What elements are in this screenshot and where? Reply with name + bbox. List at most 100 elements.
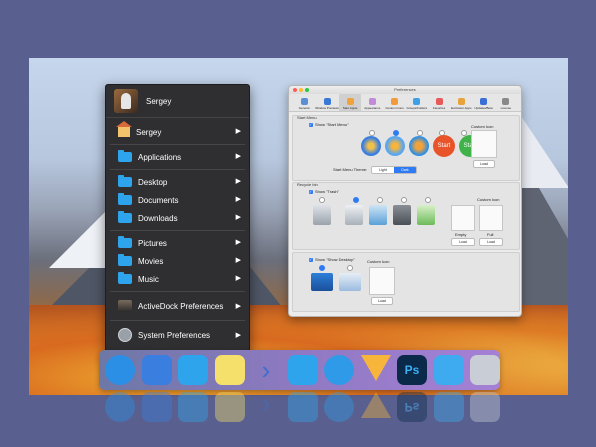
toolbar-label: Start Apple [342,106,358,110]
menu-item-movies[interactable]: Movies ▶ [106,252,249,270]
toolbar-button[interactable]: Custom Icons [383,94,405,111]
checkbox-label: Show "Trash" [315,189,340,194]
reflection-safari-icon [324,392,354,422]
group-label: Recycle bin [297,182,318,187]
safari-icon[interactable] [324,355,354,385]
menu-item-label: ActiveDock Preferences [138,301,224,311]
screen-icon[interactable] [141,355,172,385]
trash-radio-4[interactable] [401,197,407,203]
menu-item-documents[interactable]: Documents ▶ [106,191,249,209]
trash-option-icon[interactable] [313,205,331,225]
toolbar-label: General [298,106,310,110]
menu-item-activedock-preferences[interactable]: ActiveDock Preferences ▶ [106,295,249,317]
preferences-toolbar: General Window Previews Start Apple Appeara… [289,94,521,112]
finder-icon[interactable] [178,355,208,385]
toolbar-button[interactable]: Exclusion Apps [450,94,472,111]
trash-option-icon[interactable] [369,205,387,225]
show-trash-checkbox[interactable]: Show "Trash" [309,189,339,194]
custom-icon-well[interactable] [471,130,497,158]
chevron-right-icon: ▶ [235,239,241,246]
theme-segmented-control[interactable]: Light Dark [371,166,417,174]
trash-option-icon[interactable] [393,205,411,225]
stickies-icon[interactable] [214,355,245,385]
divider [110,230,245,231]
menu-item-home[interactable]: Sergey ▶ [106,121,249,141]
reflection-finder-icon [178,392,208,422]
custom-icon-well[interactable] [369,267,395,295]
trash-radio-5[interactable] [425,197,431,203]
trash-option-icon[interactable] [345,205,363,225]
photoshop-icon[interactable]: Ps [397,355,427,385]
toolbar-label: Appearance [364,106,381,110]
trash-radio-3[interactable] [377,197,383,203]
desktop-radio-2[interactable] [347,265,353,271]
folder-icon[interactable] [433,355,464,385]
trash-radio-1[interactable] [319,197,325,203]
chevron-right-icon: ▶ [235,303,241,310]
recycle-bin-group: Recycle bin Show "Trash" Custom Icon Emp… [292,182,520,250]
empty-icon-well[interactable] [451,205,475,231]
chevron-right-icon: ▶ [235,178,241,185]
rocket-option-icon[interactable] [385,136,405,156]
toolbar-button[interactable]: Groups/Folders [406,94,428,111]
toolbar-label: Exclusion Apps [451,106,472,110]
chevron-right-icon: ▶ [235,257,241,264]
toolbar-button[interactable]: Favorites [428,94,450,111]
trash-option-icon[interactable] [417,205,435,225]
trash-icon[interactable] [470,355,500,385]
sketch-icon[interactable] [360,355,391,381]
full-icon-well[interactable] [479,205,503,231]
checkbox-icon [309,189,313,194]
load-empty-button[interactable]: Load [451,238,475,246]
group-label: Start Menu [297,115,317,120]
desktop-option-icon[interactable] [311,273,333,291]
load-button[interactable]: Load [473,160,495,168]
custom-icon-label: Custom Icon [367,259,390,264]
toolbar-icon [502,98,510,105]
theme-light[interactable]: Light [372,167,394,173]
theme-label: Start Menu Theme: [333,167,368,172]
start-menu-user[interactable]: Sergey [106,85,249,118]
start-option-red[interactable]: Start [433,135,455,157]
folder-icon[interactable] [287,355,318,385]
load-full-button[interactable]: Load [479,238,503,246]
empty-label: Empty [455,232,467,237]
toolbar-button[interactable]: License [495,94,517,111]
load-button[interactable]: Load [371,297,393,305]
menu-item-system-preferences[interactable]: System Preferences ▶ [106,324,249,346]
rocket-option-icon[interactable] [409,136,429,156]
toolbar-icon [391,98,399,105]
toolbar-button[interactable]: Appearance [361,94,383,111]
gear-icon [118,328,132,342]
theme-dark[interactable]: Dark [394,167,416,173]
menu-item-desktop[interactable]: Desktop ▶ [106,173,249,191]
reflection-photoshop-icon: Ps [397,392,427,422]
menu-item-music[interactable]: Music ▶ [106,270,249,288]
chevron-icon[interactable]: › [251,355,281,385]
custom-icon-label: Custom Icon [471,124,494,129]
toolbar-icon [346,98,354,105]
rocket-option-icon[interactable] [361,136,381,156]
full-label: Full [487,232,494,237]
toolbar-button[interactable]: Updates/Beta [472,94,494,111]
show-start-menu-checkbox[interactable]: Show "Start Menu" [309,122,349,127]
rocket-icon[interactable] [105,355,135,385]
toolbar-button[interactable]: Start Apple [338,94,362,111]
menu-item-applications[interactable]: Applications ▶ [106,148,249,166]
toolbar-button[interactable]: General [293,94,315,111]
chevron-right-icon: ▶ [235,275,241,282]
trash-radio-2[interactable] [353,197,359,203]
desktop-option-icon[interactable] [339,273,361,291]
desktop-radio-1[interactable] [319,265,325,271]
menu-item-label: Movies [138,256,164,266]
menu-item-pictures[interactable]: Pictures ▶ [106,234,249,252]
menu-item-label: Music [138,274,159,284]
chevron-right-icon: ▶ [235,196,241,203]
show-desktop-checkbox[interactable]: Show "Show Desktop" [309,257,355,262]
custom-icon-label: Custom Icon [477,197,500,202]
dock-icons: › Ps [99,350,500,390]
toolbar-button[interactable]: Window Previews [315,94,339,111]
toolbar-label: Updates/Beta [474,106,493,110]
toolbar-icon [480,98,488,105]
menu-item-downloads[interactable]: Downloads ▶ [106,209,249,227]
